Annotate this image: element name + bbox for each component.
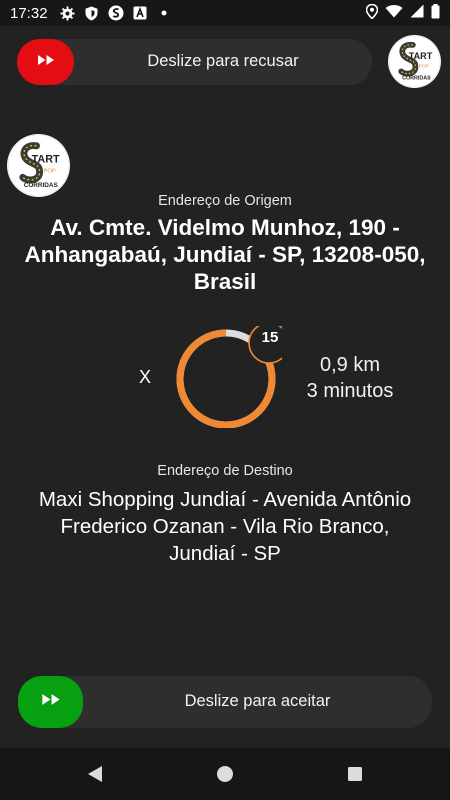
destination-address-line: Jundiaí - SP	[169, 542, 281, 565]
dot-icon	[156, 5, 172, 21]
reject-slider-label: Deslize para recusar	[147, 52, 299, 70]
home-icon[interactable]	[215, 764, 235, 784]
reject-slider-knob[interactable]	[17, 39, 74, 85]
origin-address-line: Brasil	[193, 269, 257, 294]
origin-address-line: Av. Cmte. Videlmo Munhoz, 190 -	[50, 215, 400, 240]
accept-slider-knob[interactable]	[18, 676, 83, 728]
fast-forward-icon	[41, 693, 61, 711]
wifi-icon	[385, 4, 403, 22]
gear-icon	[60, 5, 76, 21]
origin-address: Av. Cmte. Videlmo Munhoz, 190 - Anhangab…	[10, 214, 440, 295]
status-time: 17:32	[10, 4, 48, 22]
svg-text:TART: TART	[409, 51, 433, 61]
origin-address-line: Anhangabaú, Jundiaí - SP, 13208-050,	[24, 242, 426, 267]
trip-duration: 3 minutos	[306, 380, 394, 402]
ride-request-screen: Deslize para recusar TART POP CORRIDAS T…	[0, 26, 450, 748]
status-bar: 17:32	[0, 0, 450, 26]
reject-swipe-slider[interactable]: Deslize para recusar	[17, 39, 372, 85]
destination-address-line: Maxi Shopping Jundiaí - Avenida Antônio	[38, 488, 412, 511]
signal-icon	[410, 4, 424, 22]
location-icon	[365, 3, 379, 23]
svg-text:CORRIDAS: CORRIDAS	[24, 182, 58, 189]
trip-distance: 0,9 km	[319, 354, 381, 376]
origin-label: Endereço de Origem	[158, 193, 292, 209]
accept-swipe-slider[interactable]: Deslize para aceitar	[18, 676, 432, 728]
trip-info: 0,9 km 3 minutos	[290, 352, 410, 404]
accept-slider-label: Deslize para aceitar	[184, 692, 331, 710]
app-notification-icon	[108, 5, 124, 21]
text-a-icon	[132, 5, 148, 21]
dismiss-button[interactable]: X	[135, 367, 155, 391]
destination-address: Maxi Shopping Jundiaí - Avenida Antônio …	[10, 486, 440, 567]
fast-forward-icon	[37, 53, 55, 71]
recents-icon[interactable]	[345, 764, 365, 784]
start-pop-logo-large: TART POP CORRIDAS	[7, 134, 70, 197]
timer-seconds: 15	[261, 329, 279, 346]
back-icon[interactable]	[85, 764, 105, 784]
destination-label: Endereço de Destino	[157, 463, 293, 479]
shield-icon	[84, 5, 100, 21]
svg-text:POP: POP	[419, 63, 430, 69]
svg-text:TART: TART	[32, 154, 60, 166]
svg-text:CORRIDAS: CORRIDAS	[402, 76, 431, 82]
system-nav-bar	[0, 748, 450, 800]
start-pop-logo: TART POP CORRIDAS	[388, 35, 441, 88]
svg-text:POP: POP	[43, 168, 56, 174]
battery-icon	[431, 3, 440, 23]
destination-address-line: Frederico Ozanan - Vila Rio Branco,	[60, 515, 390, 538]
